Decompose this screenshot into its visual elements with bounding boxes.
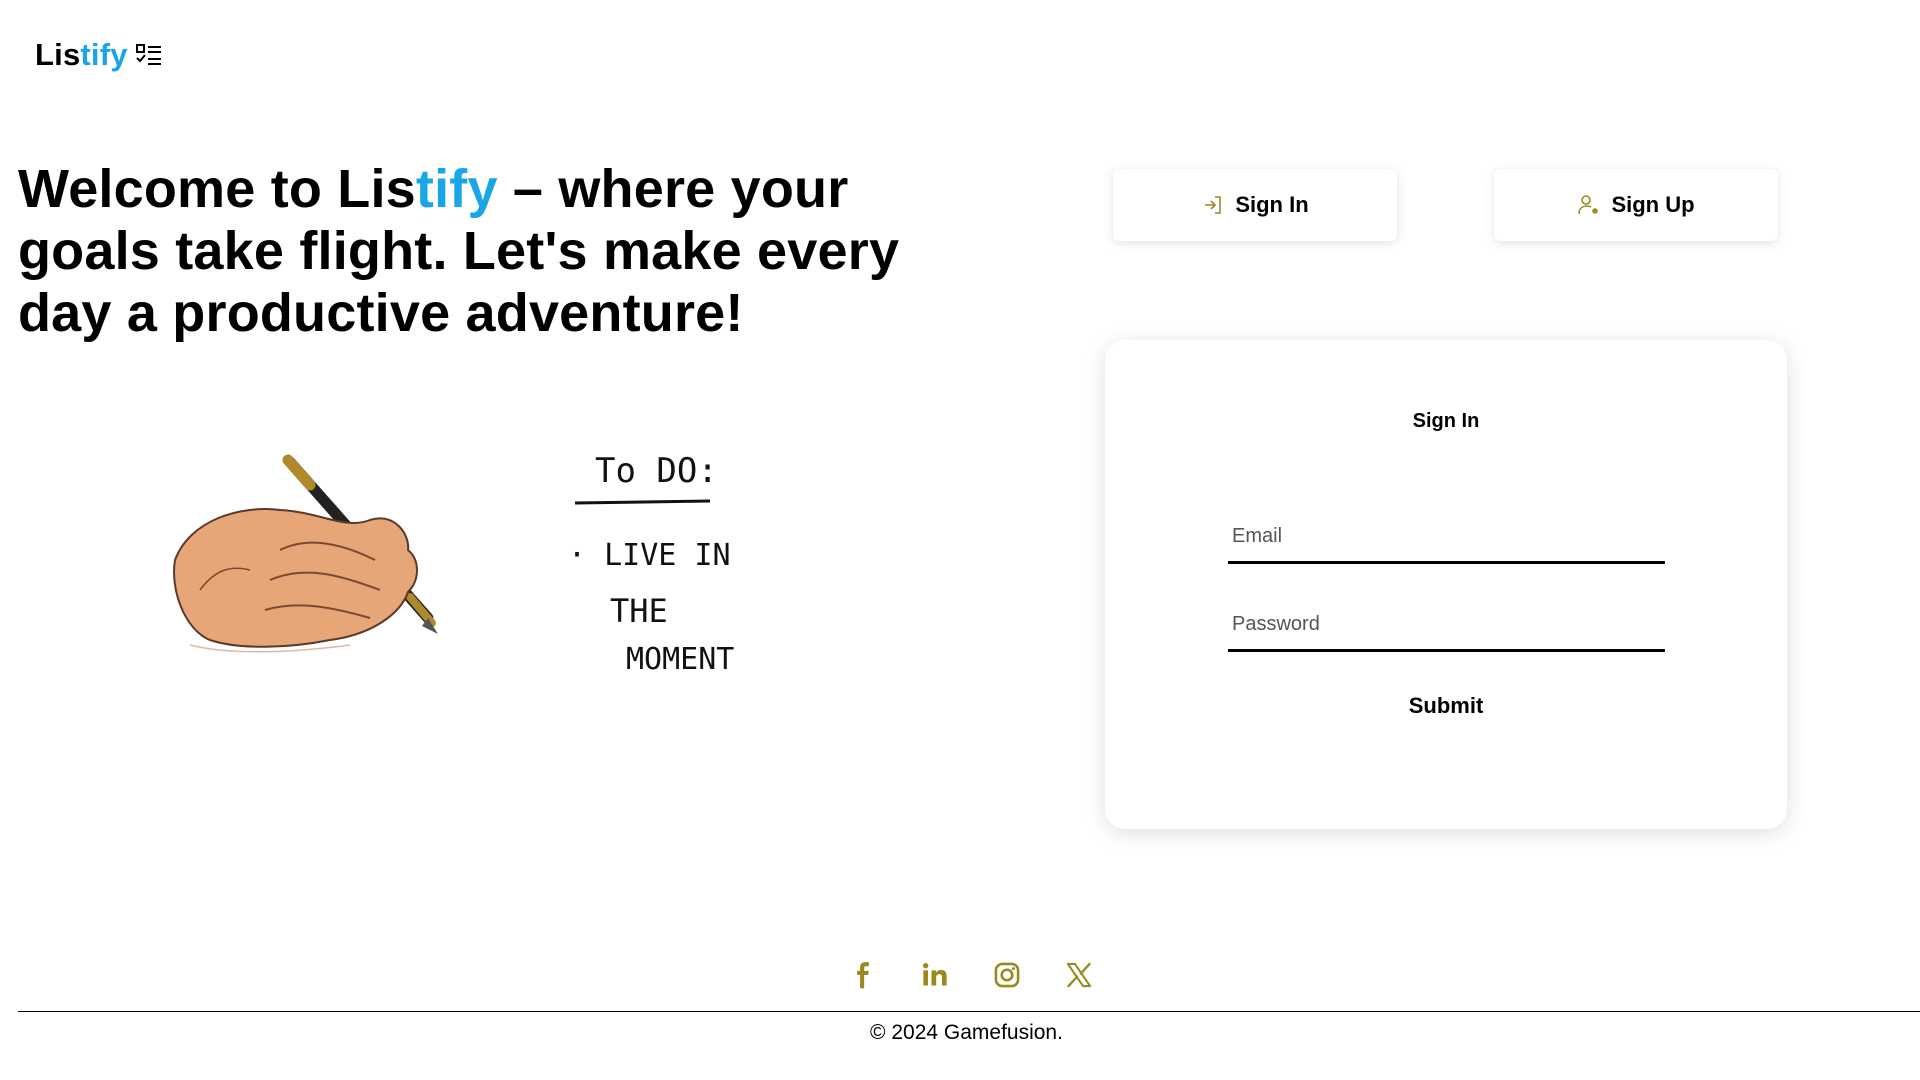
checklist-icon	[134, 40, 164, 70]
logo-text-part2: tify	[80, 37, 128, 72]
instagram-icon	[994, 962, 1020, 988]
x-icon	[1066, 962, 1092, 988]
submit-button[interactable]: Submit	[1105, 692, 1787, 720]
facebook-link[interactable]	[848, 960, 878, 990]
todo-line-2: THE	[610, 592, 668, 630]
sign-in-card: Sign In Submit	[1105, 340, 1787, 829]
page: Lis tify Welcome to Listify – where your …	[0, 0, 1920, 1080]
todo-heading: To DO:	[595, 451, 718, 491]
todo-line-1: · LIVE IN	[568, 538, 731, 573]
hand-icon	[173, 508, 418, 653]
hero-title-accent: tify	[415, 159, 498, 219]
login-icon	[1201, 193, 1225, 217]
hero-illustration: To DO: · LIVE IN THE MOMENT	[170, 440, 790, 700]
hero-title-part1: Welcome to Lis	[18, 159, 416, 219]
linkedin-icon	[922, 962, 947, 986]
user-add-icon	[1577, 193, 1601, 217]
tab-sign-in-label: Sign In	[1235, 192, 1309, 217]
todo-handwriting: To DO: · LIVE IN THE MOMENT	[568, 451, 734, 677]
email-field[interactable]	[1228, 512, 1665, 564]
footer-divider	[18, 1011, 1920, 1012]
instagram-link[interactable]	[992, 960, 1022, 990]
hand-writing-illustration: To DO: · LIVE IN THE MOMENT	[173, 451, 734, 677]
social-links	[848, 960, 1094, 990]
tab-sign-up-button[interactable]: Sign Up	[1494, 169, 1778, 241]
logo-text-part1: Lis	[35, 37, 81, 72]
password-field[interactable]	[1228, 600, 1665, 652]
tab-sign-in-button[interactable]: Sign In	[1113, 169, 1397, 241]
logo[interactable]: Lis tify	[35, 36, 164, 74]
tab-sign-up-label: Sign Up	[1611, 192, 1695, 217]
facebook-icon	[857, 962, 869, 989]
hero-title: Welcome to Listify – where your goals ta…	[18, 158, 918, 344]
todo-line-3: MOMENT	[626, 642, 734, 677]
copyright-text: © 2024 Gamefusion.	[870, 1021, 1063, 1044]
x-link[interactable]	[1064, 960, 1094, 990]
sign-in-title: Sign In	[1412, 410, 1480, 432]
linkedin-link[interactable]	[920, 960, 950, 990]
